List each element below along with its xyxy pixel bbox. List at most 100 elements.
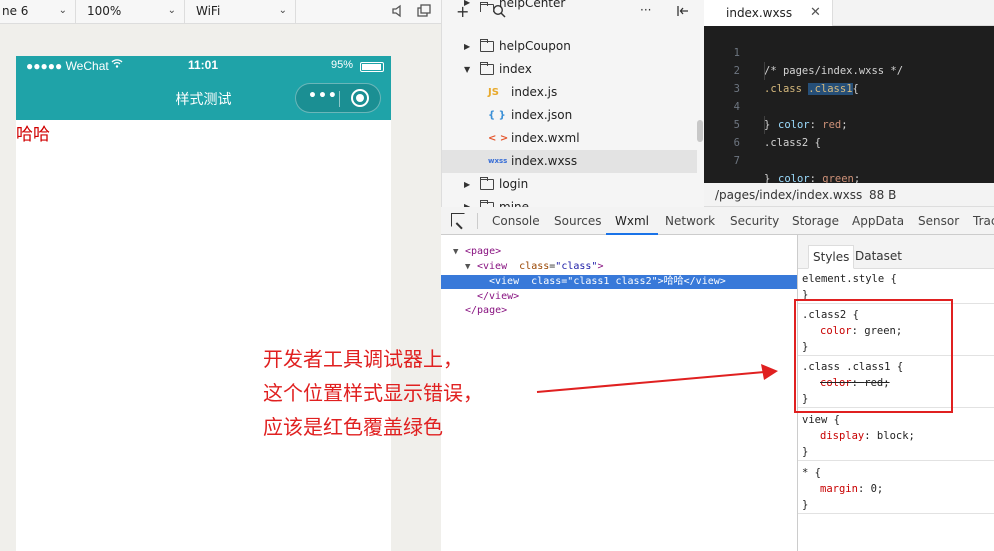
indent-guide [764, 116, 765, 134]
tab-sources[interactable]: Sources [554, 207, 601, 235]
zoom-select-value: 100% [87, 4, 122, 18]
network-select-value: WiFi [196, 4, 221, 18]
style-rule-universal: * { margin: 0; } [798, 465, 994, 514]
status-time: 11:01 [188, 58, 219, 72]
tree-item[interactable]: { } index.json [442, 104, 697, 127]
devtools-window: ne 6 ⌄ 100% ⌄ WiFi ⌄ ●●●●● WeChat 11:01 … [0, 0, 994, 551]
tree-item-label: index [499, 62, 532, 76]
chevron-right-icon[interactable]: ▶ [464, 173, 470, 196]
device-select-value: ne 6 [2, 4, 29, 18]
chevron-right-icon[interactable]: ▶ [464, 35, 470, 58]
rule-selector: element.style { [802, 273, 897, 285]
tab-console[interactable]: Console [492, 207, 540, 235]
wxml-node-view-selected[interactable]: <view class="class1 class2">哈哈</view> [441, 275, 797, 289]
folder-icon [480, 2, 494, 12]
detach-window-icon[interactable] [416, 4, 432, 20]
code-line: 7 } [704, 134, 994, 185]
expand-arrow-icon[interactable]: ▼ [453, 245, 458, 259]
code-line: 3 color: red; [704, 62, 994, 131]
chevron-down-icon[interactable]: ▼ [464, 58, 470, 81]
chevron-right-icon[interactable]: ▶ [464, 196, 470, 207]
tree-item-label: index.js [511, 85, 558, 99]
inspect-element-icon[interactable] [451, 213, 465, 227]
chevron-down-icon: ⌄ [58, 5, 67, 16]
wxml-node-page-close: </page> [441, 304, 797, 318]
page-content-text: 哈哈 [16, 125, 50, 145]
tab-sensor[interactable]: Sensor [918, 207, 959, 235]
annotation-line: 应该是红色覆盖绿色 [263, 415, 443, 439]
file-tree-panel: + ··· ▶ helpCenter ▶ helpCoupon ▼ index JS inde… [441, 0, 704, 207]
js-file-icon: JS [488, 87, 499, 98]
wxml-attr-name: class [531, 276, 562, 287]
wifi-icon [111, 57, 123, 72]
tree-item[interactable]: ▶ helpCoupon [442, 35, 697, 58]
wxml-tag: </page> [465, 305, 508, 316]
expand-arrow-icon[interactable]: ▼ [465, 260, 470, 274]
capsule-divider [339, 91, 340, 107]
rule-close: } [802, 499, 809, 511]
tree-item[interactable]: JS index.js [442, 81, 697, 104]
tab-security[interactable]: Security [730, 207, 779, 235]
chevron-down-icon: ⌄ [167, 5, 176, 16]
editor-tab-bar: index.wxss ✕ [704, 0, 994, 26]
tree-item-label: helpCoupon [499, 39, 571, 53]
close-icon[interactable]: ✕ [810, 0, 821, 26]
tree-item-label: index.json [511, 108, 573, 122]
tab-index-wxss[interactable]: index.wxss ✕ [704, 0, 833, 26]
tree-item-label: helpCenter [499, 0, 566, 10]
indent-guide [764, 62, 765, 80]
tree-item[interactable]: wxss index.wxss [442, 150, 697, 173]
simulator-toolbar: ne 6 ⌄ 100% ⌄ WiFi ⌄ [0, 0, 441, 24]
tree-item[interactable]: < > index.wxml [442, 127, 697, 150]
network-select[interactable]: WiFi ⌄ [185, 0, 296, 24]
code-line: 2 .class .class1{ [704, 44, 994, 95]
folder-icon [480, 177, 494, 190]
tab-dataset[interactable]: Dataset [851, 245, 906, 269]
tab-trace[interactable]: Trac [973, 207, 994, 235]
tab-storage[interactable]: Storage [792, 207, 839, 235]
rule-declaration[interactable]: display: block; [798, 428, 994, 444]
json-file-icon: { } [488, 110, 506, 121]
tab-wxml[interactable]: Wxml [606, 207, 658, 235]
wxml-file-icon: < > [488, 133, 509, 144]
folder-icon [480, 39, 494, 52]
file-tree-scrollbar[interactable] [697, 120, 703, 142]
wxml-tag: </view> [683, 276, 726, 287]
device-select[interactable]: ne 6 ⌄ [0, 0, 76, 24]
chevron-down-icon: ⌄ [278, 5, 287, 16]
tab-styles[interactable]: Styles [808, 245, 855, 269]
wxml-node-page[interactable]: ▼ <page> [441, 245, 797, 259]
folder-open-icon [480, 62, 494, 75]
menu-capsule[interactable]: ••• [295, 83, 381, 113]
tree-item[interactable]: ▼ index [442, 58, 697, 81]
mute-icon[interactable] [390, 4, 406, 20]
rule-value: 0; [870, 483, 884, 495]
code-editor[interactable]: 1 /* pages/index.wxss */ 2 .class .class… [704, 26, 994, 185]
tree-item[interactable]: ▶ mine [442, 196, 697, 207]
more-icon[interactable]: ••• [308, 88, 338, 104]
tree-item[interactable]: ▶ login [442, 173, 697, 196]
wxml-attr-name: class [519, 261, 550, 272]
wxml-tag: <view [477, 261, 508, 272]
tree-item-label: login [499, 177, 529, 191]
tree-item[interactable]: ▶ helpCenter [442, 0, 697, 12]
annotation-highlight-box [794, 299, 953, 413]
tab-appdata[interactable]: AppData [852, 207, 904, 235]
code-line: 5 .class2 { [704, 98, 994, 149]
wxml-text: 哈哈 [663, 276, 684, 287]
annotation-arrow-icon [536, 364, 778, 393]
zoom-select[interactable]: 100% ⌄ [76, 0, 185, 24]
phone-simulator: ●●●●● WeChat 11:01 95% 样式测试 ••• 哈哈 [16, 56, 391, 551]
line-number: 7 [733, 155, 740, 167]
chevron-right-icon[interactable]: ▶ [464, 0, 470, 8]
wxml-node-view[interactable]: ▼ <view class="class"> [441, 260, 797, 274]
wxml-attr-value: "class1 class2" [567, 276, 658, 287]
rule-selector: * { [802, 467, 821, 479]
file-size: 88 B [869, 188, 897, 202]
close-miniprogram-icon[interactable] [351, 89, 369, 107]
tree-item-label: index.wxss [511, 154, 578, 168]
tab-network[interactable]: Network [665, 207, 715, 235]
battery-percent: 95% [330, 59, 353, 71]
code-line: 4 } [704, 80, 994, 131]
rule-declaration[interactable]: margin: 0; [798, 481, 994, 497]
